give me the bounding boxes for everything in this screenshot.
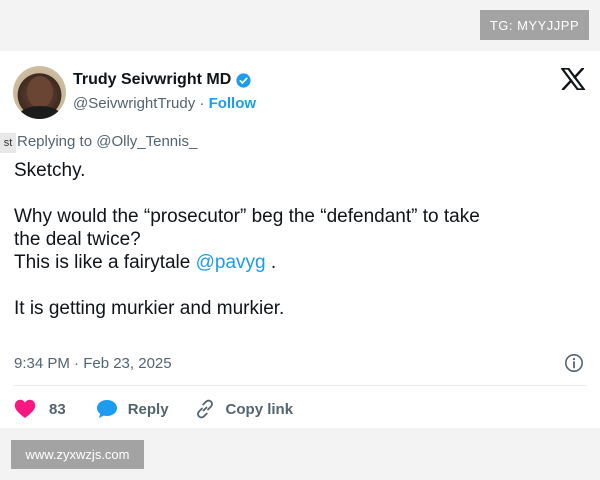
- verified-badge-icon: [236, 72, 251, 88]
- separator: ·: [199, 95, 205, 112]
- heart-icon: [14, 399, 36, 418]
- watermark-top: TG: MYYJJPP: [480, 10, 589, 40]
- author-handle[interactable]: @SeivwrightTrudy: [73, 95, 195, 112]
- tweet-line: Sketchy.: [14, 160, 86, 181]
- action-bar: 83 Reply Copy link: [14, 399, 293, 419]
- link-icon: [196, 399, 213, 419]
- like-count: 83: [49, 400, 66, 418]
- divider: [14, 385, 586, 386]
- copy-link-button[interactable]: Copy link: [195, 399, 294, 419]
- tweet-body: Sketchy. Why would the “prosecutor” beg …: [14, 159, 574, 320]
- replying-to[interactable]: Replying to @Olly_Tennis_: [17, 133, 197, 150]
- info-icon[interactable]: [564, 353, 584, 373]
- mention-link[interactable]: @pavyg: [196, 252, 266, 273]
- handle-row: @SeivwrightTrudy · Follow: [73, 95, 256, 112]
- timestamp[interactable]: 9:34 PM · Feb 23, 2025: [14, 355, 172, 372]
- copy-link-label: Copy link: [225, 400, 294, 418]
- speech-bubble-icon: [96, 400, 117, 418]
- like-button[interactable]: 83: [14, 399, 66, 419]
- x-logo-icon[interactable]: [561, 68, 585, 90]
- tweet-line: This is like a fairytale @pavyg .: [14, 251, 574, 274]
- author-name[interactable]: Trudy Seivwright MD: [73, 71, 231, 89]
- tweet-line: Why would the “prosecutor” beg the “defe…: [14, 206, 480, 227]
- watermark-bottom: www.zyxwzjs.com: [11, 440, 144, 469]
- tweet-line: It is getting murkier and murkier.: [14, 298, 285, 319]
- tweet-text: .: [265, 252, 277, 273]
- tweet-text: This is like a fairytale: [14, 252, 196, 273]
- reply-label: Reply: [127, 400, 169, 418]
- avatar[interactable]: [13, 66, 66, 119]
- tweet-line: the deal twice?: [14, 229, 141, 250]
- tweet-card: Trudy Seivwright MD @SeivwrightTrudy · F…: [0, 51, 600, 428]
- follow-button[interactable]: Follow: [209, 95, 257, 112]
- reply-button[interactable]: Reply: [96, 399, 169, 419]
- side-tab[interactable]: st: [0, 133, 16, 153]
- author-name-row[interactable]: Trudy Seivwright MD: [73, 71, 252, 89]
